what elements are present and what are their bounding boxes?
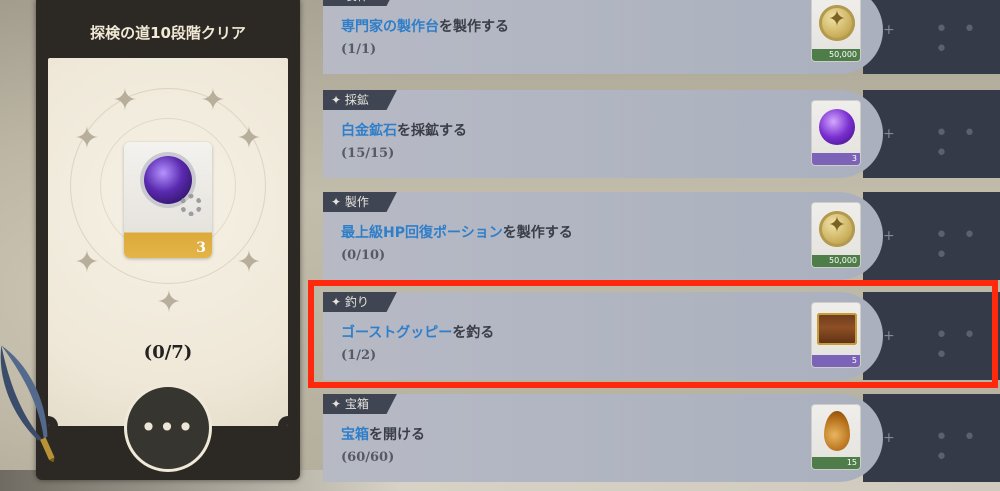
quest-title: 白金鉱石を採鉱する (341, 120, 467, 140)
quest-reward-item[interactable]: 50,000 (811, 0, 861, 62)
quest-title: 最上級HP回復ポーションを製作する (341, 222, 573, 242)
reward-count: 3 (196, 240, 206, 256)
orb-icon (819, 109, 855, 145)
reward-card: 探検の道10段階クリア ✦ ✦ ✦ ✦ ✦ ✦ ✦ 3 (0/7) ••• (36, 0, 300, 480)
quest-target-link[interactable]: 宝箱 (341, 427, 369, 443)
star-icon: ✦ (156, 285, 182, 320)
quest-row[interactable]: • • • ✦ 製作最上級HP回復ポーションを製作する (0/10) 50,000 + (323, 192, 1000, 280)
quest-more-button[interactable]: • • • (935, 225, 1000, 267)
quest-category-tag: ✦ 宝箱 (323, 394, 397, 414)
gear-icon (180, 194, 202, 216)
star-icon: ✦ (236, 245, 262, 280)
quest-title: 宝箱を開ける (341, 424, 425, 444)
star-icon: ✦ (200, 83, 226, 118)
selection-highlight (308, 280, 998, 388)
quest-title-action: を製作する (502, 225, 573, 241)
quest-more-button[interactable]: • • • (935, 123, 1000, 165)
quest-progress: (15/15) (341, 146, 395, 161)
quest-row[interactable]: • • • ✦ 製作専門家の製作台を製作する (1/1) 50,000 + (323, 0, 1000, 74)
card-progress: (0/7) (143, 342, 193, 363)
coin-icon (819, 5, 855, 41)
card-corner (278, 416, 288, 426)
card-title: 探検の道10段階クリア (90, 24, 246, 42)
quest-reward-item[interactable]: 15 (811, 404, 861, 470)
card-inner: ✦ ✦ ✦ ✦ ✦ ✦ ✦ 3 (0/7) (48, 58, 288, 426)
reward-count: 50,000 (812, 49, 860, 61)
quest-target-link[interactable]: 最上級HP回復ポーション (341, 225, 503, 241)
drop-icon (824, 411, 850, 451)
star-icon: ✦ (74, 121, 100, 156)
quest-more-button[interactable]: • • • (935, 427, 1000, 469)
quest-body: ✦ 製作専門家の製作台を製作する (1/1) 50,000 (323, 0, 883, 74)
quest-row[interactable]: • • • ✦ 採鉱 白金鉱石を採鉱する (15/15) 3 + (323, 90, 1000, 178)
quest-title-action: を採鉱する (397, 123, 467, 139)
more-dots-icon: ••• (140, 411, 196, 444)
plus-icon: + (883, 228, 895, 244)
plus-icon: + (883, 430, 895, 446)
quest-body: ✦ 採鉱 白金鉱石を採鉱する (15/15) 3 (323, 90, 883, 178)
quest-category-tag: ✦ 製作 (323, 192, 397, 212)
quest-body: ✦ 製作最上級HP回復ポーションを製作する (0/10) 50,000 (323, 192, 883, 280)
quest-reward-item[interactable]: 50,000 (811, 202, 861, 268)
reward-count: 15 (812, 457, 860, 469)
reward-item-icon[interactable]: 3 (124, 142, 212, 258)
reward-count: 3 (812, 153, 860, 165)
quest-reward-item[interactable]: 3 (811, 100, 861, 166)
quest-row[interactable]: • • • ✦ 宝箱宝箱を開ける (60/60) 15 + (323, 394, 1000, 482)
star-icon: ✦ (112, 83, 138, 118)
quest-more-button[interactable]: • • • (935, 19, 1000, 61)
quest-progress: (0/10) (341, 248, 386, 263)
quest-title-action: を製作する (439, 19, 509, 35)
star-icon: ✦ (236, 121, 262, 156)
reward-count: 50,000 (812, 255, 860, 267)
quest-category-tag: ✦ 製作 (323, 0, 397, 6)
quest-progress: (1/1) (341, 42, 377, 57)
quest-title-action: を開ける (369, 427, 425, 443)
quest-body: ✦ 宝箱宝箱を開ける (60/60) 15 (323, 394, 883, 482)
plus-icon: + (883, 22, 895, 38)
quest-title: 専門家の製作台を製作する (341, 16, 509, 36)
quest-category-tag: ✦ 採鉱 (323, 90, 397, 110)
coin-icon (819, 211, 855, 247)
quest-target-link[interactable]: 専門家の製作台 (341, 19, 439, 35)
plus-icon: + (883, 126, 895, 142)
star-icon: ✦ (74, 245, 100, 280)
more-button[interactable]: ••• (124, 384, 212, 472)
quest-target-link[interactable]: 白金鉱石 (341, 123, 397, 139)
quest-progress: (60/60) (341, 450, 395, 465)
